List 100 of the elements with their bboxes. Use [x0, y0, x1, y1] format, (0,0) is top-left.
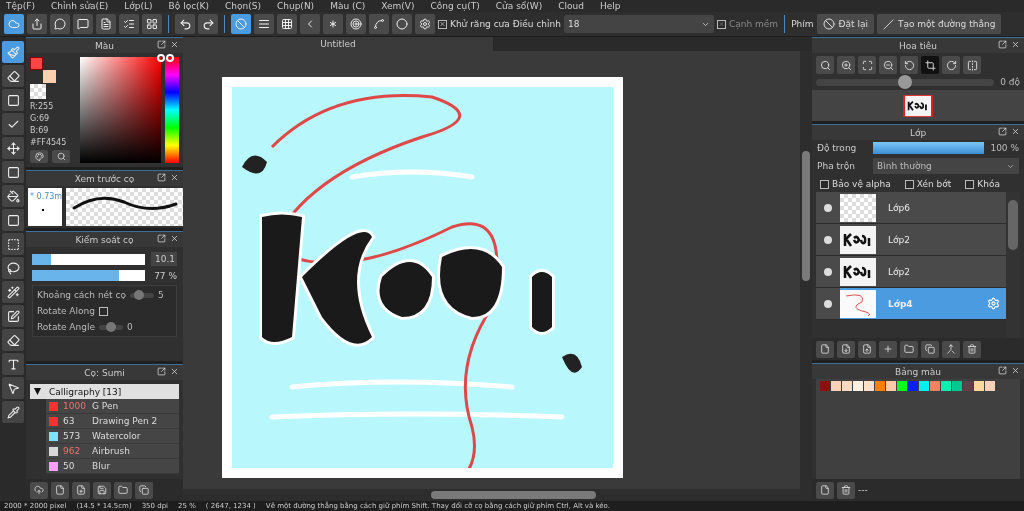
tool-button[interactable]	[2, 329, 24, 351]
brush-item[interactable]: 1000 G Pen	[46, 399, 179, 414]
visibility-dot[interactable]	[824, 235, 832, 244]
navigator-button[interactable]	[879, 56, 897, 74]
zoom-button[interactable]	[52, 150, 70, 163]
visibility-dot[interactable]	[824, 203, 832, 212]
brush-item[interactable]: 573 Watercolor	[46, 429, 179, 444]
tool-button[interactable]	[2, 209, 24, 231]
snap-button[interactable]	[323, 14, 343, 34]
brush-action-button[interactable]	[114, 481, 132, 499]
checkbox[interactable]: Xén bớt	[904, 179, 952, 189]
navigator-button[interactable]	[837, 56, 855, 74]
palette-swatch[interactable]	[952, 381, 962, 391]
toolbar-button[interactable]	[142, 14, 162, 34]
brush-item[interactable]: 50 Blur	[46, 459, 179, 474]
brush-action-button[interactable]	[93, 481, 111, 499]
checkbox[interactable]: Bảo vệ alpha	[820, 179, 891, 189]
navigator-button[interactable]	[900, 56, 918, 74]
snap-button[interactable]	[415, 14, 435, 34]
visibility-dot[interactable]	[824, 267, 832, 276]
palette-button[interactable]	[30, 150, 48, 163]
reset-button[interactable]: Đặt lại	[816, 14, 874, 34]
snap-button[interactable]	[254, 14, 274, 34]
brush-action-button[interactable]	[72, 481, 90, 499]
tool-button[interactable]	[2, 257, 24, 279]
option-slider[interactable]	[98, 324, 123, 330]
tool-button[interactable]	[2, 305, 24, 327]
toolbar-button[interactable]	[119, 14, 139, 34]
menu-item[interactable]: Chụp(N)	[276, 0, 315, 12]
toolbar-button[interactable]	[27, 14, 47, 34]
tool-button[interactable]	[2, 353, 24, 375]
snap-button[interactable]	[277, 14, 297, 34]
menu-item[interactable]: Màu (C)	[330, 0, 366, 12]
hue-ring[interactable]	[166, 54, 174, 62]
menu-item[interactable]: Cloud	[558, 0, 584, 12]
menu-item[interactable]: Công cụ(T)	[430, 0, 480, 12]
visibility-dot[interactable]	[824, 299, 832, 308]
palette-swatch[interactable]	[963, 381, 973, 391]
navigator-thumbnail[interactable]	[903, 94, 933, 117]
menu-item[interactable]: Chỉnh sửa(E)	[50, 0, 109, 12]
tool-button[interactable]	[2, 377, 24, 399]
tool-button[interactable]	[2, 281, 24, 303]
layer-action-button[interactable]	[963, 340, 981, 358]
palette-swatch[interactable]	[985, 381, 995, 391]
checkbox[interactable]	[98, 306, 108, 316]
new-color-button[interactable]	[816, 481, 834, 499]
navigator-button[interactable]	[921, 56, 939, 74]
palette-swatch[interactable]	[886, 381, 896, 391]
snap-button[interactable]	[346, 14, 366, 34]
tool-button[interactable]	[2, 233, 24, 255]
rotation-slider[interactable]	[816, 78, 995, 86]
adjust-dropdown[interactable]: 18	[564, 15, 714, 33]
menu-item[interactable]: Tệp(F)	[6, 0, 35, 12]
brush-action-button[interactable]	[135, 481, 153, 499]
toolbar-button[interactable]	[96, 14, 116, 34]
tool-button[interactable]	[2, 185, 24, 207]
canvas-tab[interactable]: Untitled	[183, 37, 493, 51]
palette-swatch[interactable]	[974, 381, 984, 391]
navigator-button[interactable]	[858, 56, 876, 74]
layer-action-button[interactable]	[942, 340, 960, 358]
layer-action-button[interactable]	[837, 340, 855, 358]
straight-line-button[interactable]: Tạo một đường thẳng	[876, 14, 1002, 34]
layer-action-button[interactable]	[900, 340, 918, 358]
layer-row[interactable]: Lớp2	[816, 224, 1006, 256]
brush-action-button[interactable]	[51, 481, 69, 499]
toolbar-button[interactable]	[50, 14, 70, 34]
tool-button[interactable]	[2, 161, 24, 183]
brush-group[interactable]: Calligraphy [13]	[30, 384, 179, 399]
tool-button[interactable]	[2, 401, 24, 423]
palette-swatch[interactable]	[930, 381, 940, 391]
background-color-swatch[interactable]	[43, 70, 56, 83]
blend-dropdown[interactable]: Bình thường	[873, 158, 1019, 174]
brush-item[interactable]: 63 Drawing Pen 2	[46, 414, 179, 429]
scrollbar-thumb[interactable]	[802, 151, 810, 281]
palette-swatch[interactable]	[831, 381, 841, 391]
palette-swatch[interactable]	[897, 381, 907, 391]
layer-action-button[interactable]	[816, 340, 834, 358]
palette-swatch[interactable]	[875, 381, 885, 391]
brush-item[interactable]: 962 Airbrush	[46, 444, 179, 459]
menu-item[interactable]: Help	[600, 0, 621, 12]
foreground-color-swatch[interactable]	[30, 57, 43, 70]
checkbox[interactable]: Khử răng cưa	[438, 19, 510, 29]
palette-swatch[interactable]	[908, 381, 918, 391]
scrollbar-thumb[interactable]	[431, 491, 596, 499]
snap-button[interactable]	[300, 14, 320, 34]
snap-button[interactable]	[392, 14, 412, 34]
layer-action-button[interactable]	[858, 340, 876, 358]
tool-button[interactable]	[2, 89, 24, 111]
brush-action-button[interactable]	[30, 481, 48, 499]
menu-item[interactable]: Lớp(L)	[124, 0, 153, 12]
tool-button[interactable]	[2, 137, 24, 159]
layer-opacity-slider[interactable]	[873, 142, 985, 154]
brush-size-slider[interactable]	[32, 253, 145, 265]
layer-row[interactable]: Lớp2	[816, 256, 1006, 288]
palette-swatch[interactable]	[842, 381, 852, 391]
navigator-button[interactable]	[963, 56, 981, 74]
undo-button[interactable]	[175, 14, 195, 34]
menu-item[interactable]: Xem(V)	[381, 0, 415, 12]
layer-row[interactable]: Lớp6	[816, 192, 1006, 224]
option-slider[interactable]	[129, 292, 154, 298]
